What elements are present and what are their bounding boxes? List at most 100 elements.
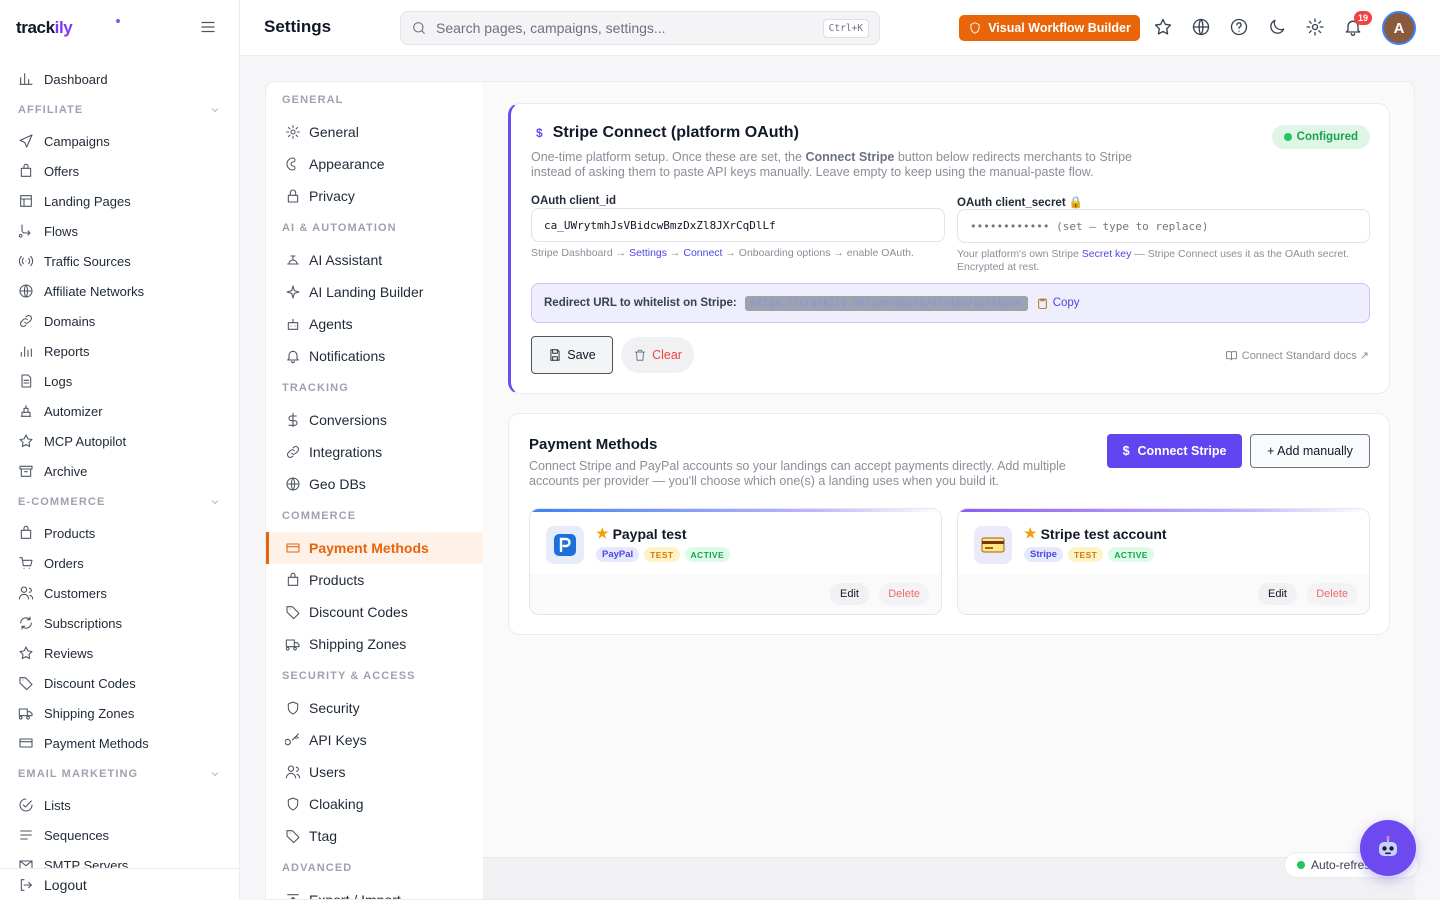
settings-nav-label: Export / Import (309, 892, 401, 900)
settings-nav-agents[interactable]: Agents (266, 308, 483, 340)
settings-nav-api-keys[interactable]: API Keys (266, 724, 483, 756)
search-box[interactable]: Ctrl+K (400, 11, 880, 45)
sidebar-item-mcp-autopilot[interactable]: MCP Autopilot (0, 426, 239, 456)
settings-nav-discount-codes[interactable]: Discount Codes (266, 596, 483, 628)
settings-nav-general[interactable]: General (266, 116, 483, 148)
shield-icon (970, 22, 980, 34)
settings-nav-privacy[interactable]: Privacy (266, 180, 483, 212)
sidebar-item-shipping-zones[interactable]: Shipping Zones (0, 698, 239, 728)
docs-label: Connect Standard docs ↗ (1241, 350, 1369, 362)
settings-nav-ai-landing-builder[interactable]: AI Landing Builder (266, 276, 483, 308)
clear-label: Clear (652, 348, 682, 362)
offers-icon (20, 163, 32, 177)
help-button[interactable] (1229, 17, 1251, 39)
settings-nav-geo-dbs[interactable]: Geo DBs (266, 468, 483, 500)
client-secret-input[interactable] (957, 209, 1370, 243)
settings-nav-ttag[interactable]: Ttag (266, 820, 483, 852)
sidebar-item-affiliate-networks[interactable]: Affiliate Networks (0, 276, 239, 306)
shipping-zones-icon (285, 639, 300, 651)
campaigns-icon (19, 134, 33, 148)
settings-nav-payment-methods[interactable]: Payment Methods (266, 532, 483, 564)
sidebar-item-flows[interactable]: Flows (0, 216, 239, 246)
settings-nav-conversions[interactable]: Conversions (266, 404, 483, 436)
settings-nav-ai-assistant[interactable]: AI Assistant (266, 244, 483, 276)
delete-button[interactable]: Delete (879, 583, 929, 605)
theme-toggle-button[interactable] (1267, 17, 1289, 39)
sidebar-item-label: Customers (44, 585, 107, 601)
sidebar-item-dashboard[interactable]: Dashboard (0, 64, 239, 94)
add-manually-button[interactable]: + Add manually (1250, 434, 1370, 468)
settings-nav-users[interactable]: Users (266, 756, 483, 788)
avatar[interactable]: A (1382, 11, 1416, 45)
sidebar-item-label: Landing Pages (44, 193, 131, 209)
delete-button[interactable]: Delete (1307, 583, 1357, 605)
settings-nav-label: Payment Methods (309, 540, 429, 556)
connect-stripe-button[interactable]: $ Connect Stripe (1107, 434, 1242, 468)
ai-assistant-button[interactable] (1360, 820, 1416, 876)
menu-toggle-icon[interactable] (199, 18, 217, 36)
sidebar-item-products[interactable]: Products (0, 518, 239, 548)
dollar-icon: $ (1122, 444, 1130, 458)
sidebar-item-traffic-sources[interactable]: Traffic Sources (0, 246, 239, 276)
sidebar-item-logs[interactable]: Logs (0, 366, 239, 396)
settings-link[interactable]: Settings (629, 247, 667, 259)
status-badge: Configured (1271, 125, 1370, 149)
orders-icon (19, 557, 33, 569)
robot-icon (1379, 835, 1397, 856)
settings-nav-security[interactable]: Security (266, 692, 483, 724)
connect-stripe-label: Connect Stripe (1137, 444, 1227, 458)
sidebar-item-label: Reports (44, 343, 90, 359)
save-button[interactable]: Save (531, 336, 613, 374)
sidebar-section-e-commerce[interactable]: E-COMMERCE (0, 486, 239, 518)
sidebar-item-reports[interactable]: Reports (0, 336, 239, 366)
ai-assistant-icon (287, 255, 299, 265)
settings-nav-products[interactable]: Products (266, 564, 483, 596)
copy-button[interactable]: Copy (1036, 297, 1080, 310)
redirect-label: Redirect URL to whitelist on Stripe: (544, 297, 737, 309)
sidebar-item-discount-codes[interactable]: Discount Codes (0, 668, 239, 698)
settings-nav-shipping-zones[interactable]: Shipping Zones (266, 628, 483, 660)
sidebar-item-landing-pages[interactable]: Landing Pages (0, 186, 239, 216)
clear-button[interactable]: Clear (621, 337, 694, 373)
agents-icon (287, 318, 299, 330)
search-input[interactable] (436, 20, 814, 36)
sidebar-item-customers[interactable]: Customers (0, 578, 239, 608)
logout-button[interactable]: Logout (0, 868, 239, 900)
sidebar-item-offers[interactable]: Offers (0, 156, 239, 186)
edit-button[interactable]: Edit (1258, 583, 1297, 605)
sidebar-item-orders[interactable]: Orders (0, 548, 239, 578)
favorites-button[interactable] (1153, 17, 1175, 39)
credit-card-icon (974, 526, 1012, 564)
sidebar-item-sequences[interactable]: Sequences (0, 820, 239, 850)
connect-link[interactable]: Connect (683, 247, 722, 259)
edit-button[interactable]: Edit (830, 583, 869, 605)
language-button[interactable] (1191, 17, 1213, 39)
settings-nav-cloaking[interactable]: Cloaking (266, 788, 483, 820)
sidebar-item-subscriptions[interactable]: Subscriptions (0, 608, 239, 638)
sidebar-section-affiliate[interactable]: AFFILIATE (0, 94, 239, 126)
settings-nav-appearance[interactable]: Appearance (266, 148, 483, 180)
brand-logo[interactable]: trackily (16, 18, 73, 38)
settings-nav: GENERAL General Appearance Privacy AI & AUTO… (265, 81, 483, 900)
conversions-icon (288, 412, 298, 428)
lock-icon: 🔒 (1068, 197, 1084, 209)
account-name: ★ Paypal test (596, 525, 687, 542)
sidebar-item-payment-methods[interactable]: Payment Methods (0, 728, 239, 758)
redirect-url[interactable]: https://trackily.online/oauth/stripe/cal… (744, 295, 1028, 311)
sidebar-item-archive[interactable]: Archive (0, 456, 239, 486)
payment-methods-icon (19, 738, 33, 748)
settings-button[interactable] (1305, 17, 1327, 39)
connect-docs-link[interactable]: Connect Standard docs ↗ (1225, 349, 1369, 362)
sidebar-item-domains[interactable]: Domains (0, 306, 239, 336)
settings-nav-integrations[interactable]: Integrations (266, 436, 483, 468)
settings-nav-export-import[interactable]: Export / Import (266, 884, 483, 900)
sidebar-item-automizer[interactable]: Automizer (0, 396, 239, 426)
sidebar-item-campaigns[interactable]: Campaigns (0, 126, 239, 156)
sidebar-section-email-marketing[interactable]: EMAIL MARKETING (0, 758, 239, 790)
client-id-input[interactable] (531, 208, 945, 242)
secret-key-link[interactable]: Secret key (1082, 248, 1132, 260)
settings-nav-notifications[interactable]: Notifications (266, 340, 483, 372)
sidebar-item-lists[interactable]: Lists (0, 790, 239, 820)
visual-workflow-builder-button[interactable]: Visual Workflow Builder (959, 15, 1140, 41)
sidebar-item-reviews[interactable]: Reviews (0, 638, 239, 668)
